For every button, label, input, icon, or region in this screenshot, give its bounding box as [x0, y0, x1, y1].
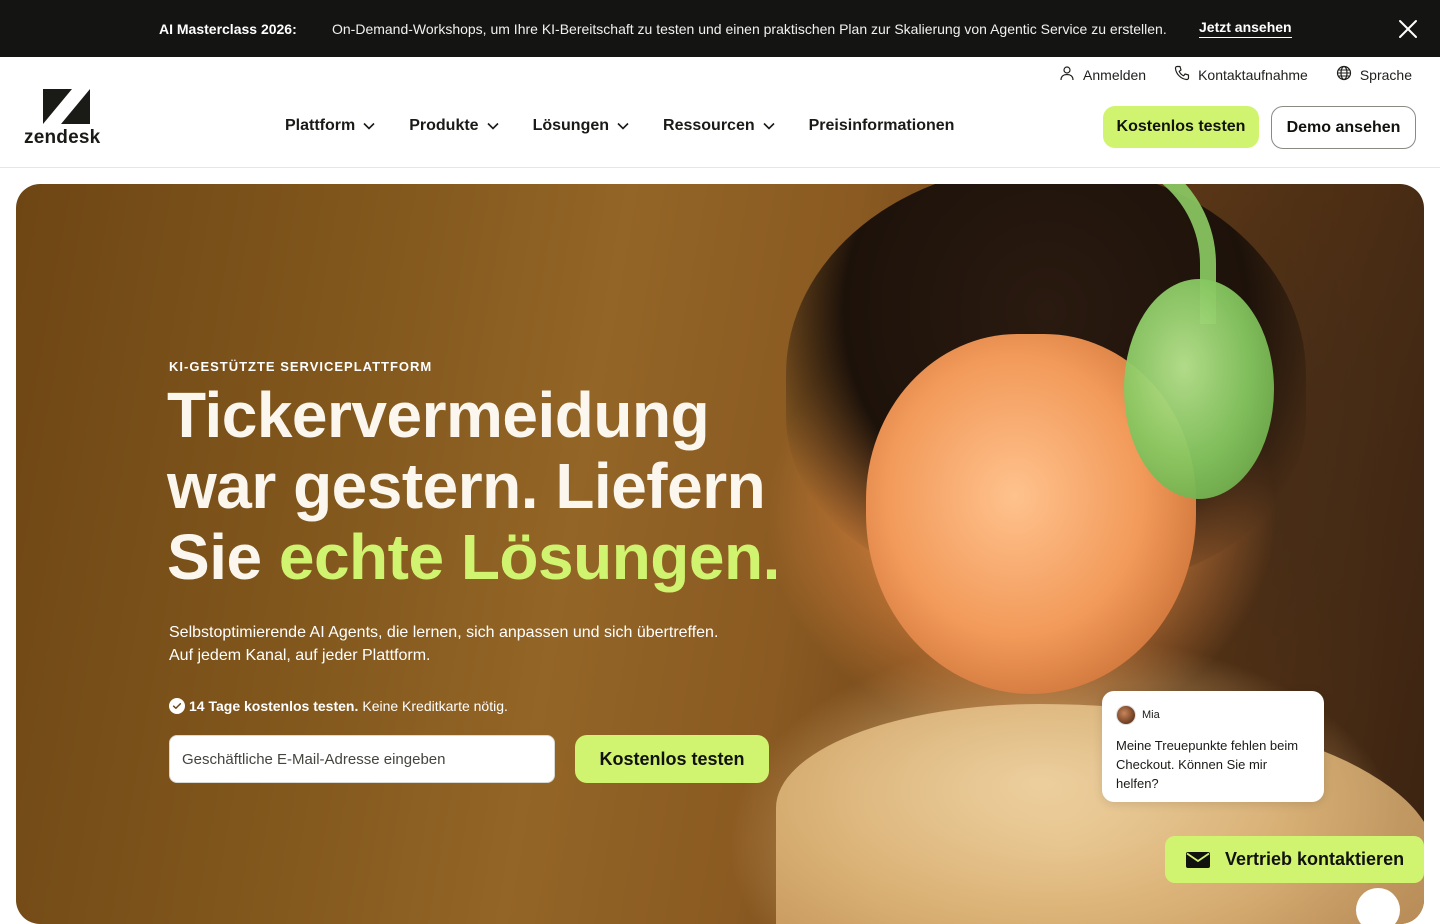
hero-subheading: Selbstoptimierende AI Agents, die lernen… — [169, 621, 769, 667]
header-demo-button[interactable]: Demo ansehen — [1271, 106, 1416, 149]
chevron-down-icon — [617, 122, 629, 130]
trial-note-bold: 14 Tage kostenlos testen. — [189, 698, 359, 714]
hero-photo-coat — [776, 704, 1424, 924]
chat-message: Meine Treuepunkte fehlen beim Checkout. … — [1116, 738, 1299, 791]
chat-bubble: Mia Meine Treuepunkte fehlen beim Checko… — [1102, 691, 1324, 802]
phone-icon — [1174, 65, 1190, 84]
login-link[interactable]: Anmelden — [1059, 65, 1146, 84]
nav-item-label: Ressourcen — [663, 117, 755, 134]
avatar — [1116, 705, 1136, 725]
trial-note-rest: Keine Kreditkarte nötig. — [362, 698, 508, 714]
header-trial-button[interactable]: Kostenlos testen — [1103, 106, 1259, 148]
headphones-image — [1124, 279, 1274, 499]
announcement-message: On-Demand-Workshops, um Ihre KI-Bereitsc… — [332, 20, 1167, 37]
utility-nav: Anmelden Kontaktaufnahme Sprache — [1059, 65, 1412, 84]
nav-item-preisinformationen[interactable]: Preisinformationen — [809, 117, 955, 135]
trial-note: 14 Tage kostenlos testen. Keine Kreditka… — [169, 698, 508, 714]
site-header: Anmelden Kontaktaufnahme Sprache zendesk… — [0, 57, 1440, 168]
subheading-line-2: Auf jedem Kanal, auf jeder Plattform. — [169, 647, 431, 664]
nav-item-label: Plattform — [285, 117, 356, 134]
contact-label: Kontaktaufnahme — [1198, 66, 1308, 83]
announcement-cta-link[interactable]: Jetzt ansehen — [1199, 19, 1292, 38]
hero-section: KI-GESTÜTZTE SERVICEPLATTFORM Tickerverm… — [16, 184, 1424, 924]
chat-sender: Mia — [1116, 705, 1310, 725]
chevron-down-icon — [763, 122, 775, 130]
headline-line-3: Sie — [167, 521, 279, 593]
subheading-line-1: Selbstoptimierende AI Agents, die lernen… — [169, 624, 719, 641]
language-label: Sprache — [1359, 66, 1412, 83]
contact-sales-label: Vertrieb kontaktieren — [1225, 849, 1405, 869]
chevron-down-icon — [363, 122, 375, 130]
nav-item-loesungen[interactable]: Lösungen — [533, 117, 629, 135]
headline-accent: echte Lösungen. — [278, 521, 781, 593]
login-label: Anmelden — [1083, 66, 1147, 83]
check-circle-icon — [169, 698, 185, 714]
mail-icon — [1186, 851, 1210, 868]
announcement-bar: AI Masterclass 2026: On-Demand-Workshops… — [0, 0, 1440, 57]
nav-item-plattform[interactable]: Plattform — [285, 117, 375, 135]
nav-item-produkte[interactable]: Produkte — [409, 117, 499, 135]
headline-line-1: Tickervermeidung — [167, 379, 710, 451]
email-field[interactable] — [169, 735, 555, 783]
zendesk-logo[interactable]: zendesk — [24, 87, 110, 149]
nav-item-label: Produkte — [409, 117, 479, 134]
user-icon — [1059, 65, 1075, 84]
contact-link[interactable]: Kontaktaufnahme — [1174, 65, 1308, 84]
nav-item-ressourcen[interactable]: Ressourcen — [663, 117, 775, 135]
globe-icon — [1336, 65, 1352, 84]
contact-sales-button[interactable]: Vertrieb kontaktieren — [1165, 836, 1424, 883]
chat-sender-name: Mia — [1142, 709, 1160, 721]
scroll-button[interactable] — [1356, 888, 1400, 924]
nav-item-label: Lösungen — [532, 117, 610, 134]
hero-headline: Tickervermeidung war gestern. Liefern Si… — [167, 380, 847, 593]
chevron-down-icon — [487, 122, 499, 130]
language-selector[interactable]: Sprache — [1336, 65, 1412, 84]
hero-trial-button[interactable]: Kostenlos testen — [575, 735, 769, 783]
close-icon[interactable] — [1396, 17, 1420, 41]
announcement-title: AI Masterclass 2026: — [159, 20, 297, 37]
main-nav: Plattform Produkte Lösungen Ressourcen P… — [285, 117, 954, 135]
headline-line-2: war gestern. Liefern — [167, 450, 766, 522]
nav-item-label: Preisinformationen — [808, 117, 955, 134]
brand-wordmark: zendesk — [24, 127, 101, 148]
hero-eyebrow: KI-GESTÜTZTE SERVICEPLATTFORM — [169, 359, 433, 374]
zendesk-logo-mark — [43, 89, 90, 124]
